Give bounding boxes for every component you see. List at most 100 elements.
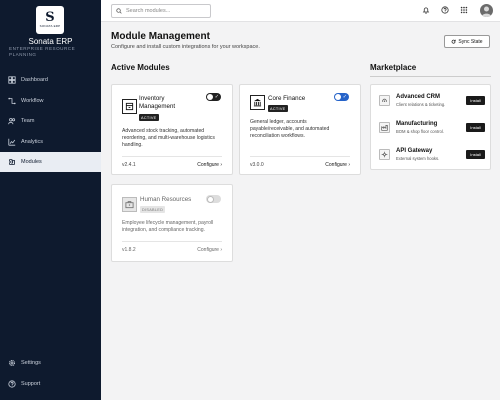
page-subtitle: Configure and install custom integration… — [111, 44, 260, 50]
install-button[interactable]: Install — [466, 96, 485, 105]
sidebar-item-label: Team — [21, 118, 35, 124]
marketplace-item-desc: Client relations & ticketing. — [396, 102, 446, 107]
module-title-line2: Management — [139, 103, 176, 110]
sidebar-item-label: Settings — [21, 360, 41, 366]
sidebar-item-label: Analytics — [21, 139, 44, 145]
bank-icon — [250, 95, 265, 110]
sync-state-button[interactable]: Sync State — [444, 35, 490, 48]
module-title-line1: Inventory — [139, 95, 165, 102]
module-version: v2.4.1 — [122, 162, 136, 168]
help-icon — [7, 380, 16, 389]
module-desc-line: reordering, and multi-warehouse logistic… — [122, 135, 215, 141]
marketplace-item-name: API Gateway — [396, 148, 433, 154]
sidebar-item-workflow[interactable]: Workflow — [0, 91, 101, 111]
logo-glyph: S — [45, 10, 55, 25]
search-input[interactable]: Search modules... — [111, 4, 211, 18]
marketplace-item-crm: Advanced CRM Client relations & ticketin… — [379, 90, 485, 112]
topbar: Search modules... — [101, 0, 500, 22]
module-title: Human Resources — [140, 196, 192, 203]
sidebar-item-settings[interactable]: Settings — [0, 353, 101, 373]
inventory-icon — [122, 99, 137, 114]
active-modules-heading: Active Modules — [111, 63, 170, 72]
module-description: General ledger, accounts payable/receiva… — [250, 119, 329, 140]
module-description: Advanced stock tracking, automated reord… — [122, 128, 215, 149]
module-toggle[interactable] — [206, 195, 221, 203]
team-icon — [7, 117, 16, 126]
marketplace-item-name: Advanced CRM — [396, 94, 441, 100]
toggle-knob — [207, 94, 213, 100]
sidebar: S SONATA ERP Sonata ERP ENTERPRISE RESOU… — [0, 0, 101, 400]
module-version: v1.8.2 — [122, 247, 136, 253]
module-card-inventory: Inventory Management ACTIVE ✓ Advanced s… — [111, 84, 233, 175]
module-desc-line: Employee lifecycle management, payroll — [122, 220, 214, 226]
bell-icon[interactable] — [421, 5, 431, 15]
status-badge: DISABLED — [140, 206, 166, 213]
module-desc-line: payable/receivable, and automated — [250, 126, 330, 132]
marketplace-item-manufacturing: Manufacturing BOM & shop floor control. … — [379, 117, 485, 139]
crm-icon — [379, 95, 390, 106]
module-desc-line: handling. — [122, 142, 143, 148]
logo: S SONATA ERP — [36, 6, 64, 34]
configure-link[interactable]: Configure › — [197, 247, 222, 253]
api-icon — [379, 149, 390, 160]
page-title: Module Management — [111, 31, 210, 42]
toggle-knob — [335, 94, 341, 100]
sidebar-item-modules[interactable]: Modules — [0, 152, 101, 172]
module-desc-line: Advanced stock tracking, automated — [122, 128, 205, 134]
sidebar-item-label: Modules — [21, 159, 42, 165]
marketplace-item-name: Manufacturing — [396, 121, 438, 127]
marketplace-heading: Marketplace — [370, 63, 417, 72]
card-divider — [250, 156, 350, 157]
sync-state-label: Sync State — [458, 38, 483, 45]
module-title: Inventory Management — [139, 95, 175, 111]
workflow-icon — [7, 97, 16, 106]
marketplace-item-desc: BOM & shop floor control. — [396, 129, 444, 134]
marketplace-item-api-gateway: API Gateway External system hooks. Insta… — [379, 144, 485, 166]
sidebar-item-team[interactable]: Team — [0, 111, 101, 131]
status-badge: ACTIVE — [268, 105, 288, 112]
sidebar-item-label: Workflow — [21, 98, 44, 104]
apps-grid-icon[interactable] — [459, 5, 469, 15]
sidebar-item-label: Dashboard — [21, 77, 48, 83]
card-divider — [122, 241, 222, 242]
configure-link[interactable]: Configure › — [325, 162, 350, 168]
check-icon: ✓ — [342, 94, 347, 100]
card-divider — [122, 156, 222, 157]
module-description: Employee lifecycle management, payroll i… — [122, 220, 213, 234]
marketplace-divider — [370, 76, 491, 77]
marketplace-panel: Advanced CRM Client relations & ticketin… — [370, 84, 491, 170]
brand-name: Sonata ERP — [28, 37, 73, 46]
check-icon: ✓ — [214, 94, 219, 100]
search-icon — [116, 8, 122, 14]
factory-icon — [379, 122, 390, 133]
sync-icon — [452, 39, 456, 44]
analytics-icon — [7, 138, 16, 147]
module-desc-line: integration, and compliance tracking. — [122, 227, 205, 233]
help-icon[interactable] — [440, 5, 450, 15]
gear-icon — [7, 359, 16, 368]
sidebar-item-label: Support — [21, 381, 41, 387]
logo-word: SONATA ERP — [39, 24, 61, 28]
module-card-core-finance: Core Finance ACTIVE ✓ General ledger, ac… — [239, 84, 361, 175]
brand-subtitle: ENTERPRISE RESOURCE PLANNING — [9, 46, 76, 57]
module-version: v3.0.0 — [250, 162, 264, 168]
module-title: Core Finance — [268, 95, 306, 102]
status-badge: ACTIVE — [139, 114, 159, 121]
module-toggle[interactable]: ✓ — [334, 93, 349, 101]
search-placeholder: Search modules... — [126, 8, 171, 14]
module-card-human-resources: Human Resources DISABLED Employee lifecy… — [111, 184, 233, 262]
module-toggle[interactable]: ✓ — [206, 93, 221, 101]
install-button[interactable]: Install — [466, 150, 485, 159]
marketplace-item-desc: External system hooks. — [396, 156, 440, 161]
toggle-knob — [207, 195, 214, 203]
sidebar-item-dashboard[interactable]: Dashboard — [0, 70, 101, 90]
dashboard-icon — [7, 76, 16, 85]
install-button[interactable]: Install — [466, 123, 485, 132]
briefcase-icon — [122, 197, 137, 212]
sidebar-item-analytics[interactable]: Analytics — [0, 132, 101, 152]
modules-icon — [7, 158, 16, 167]
avatar[interactable] — [480, 4, 493, 17]
module-desc-line: General ledger, accounts — [250, 119, 307, 125]
sidebar-item-support[interactable]: Support — [0, 374, 101, 394]
configure-link[interactable]: Configure › — [197, 162, 222, 168]
